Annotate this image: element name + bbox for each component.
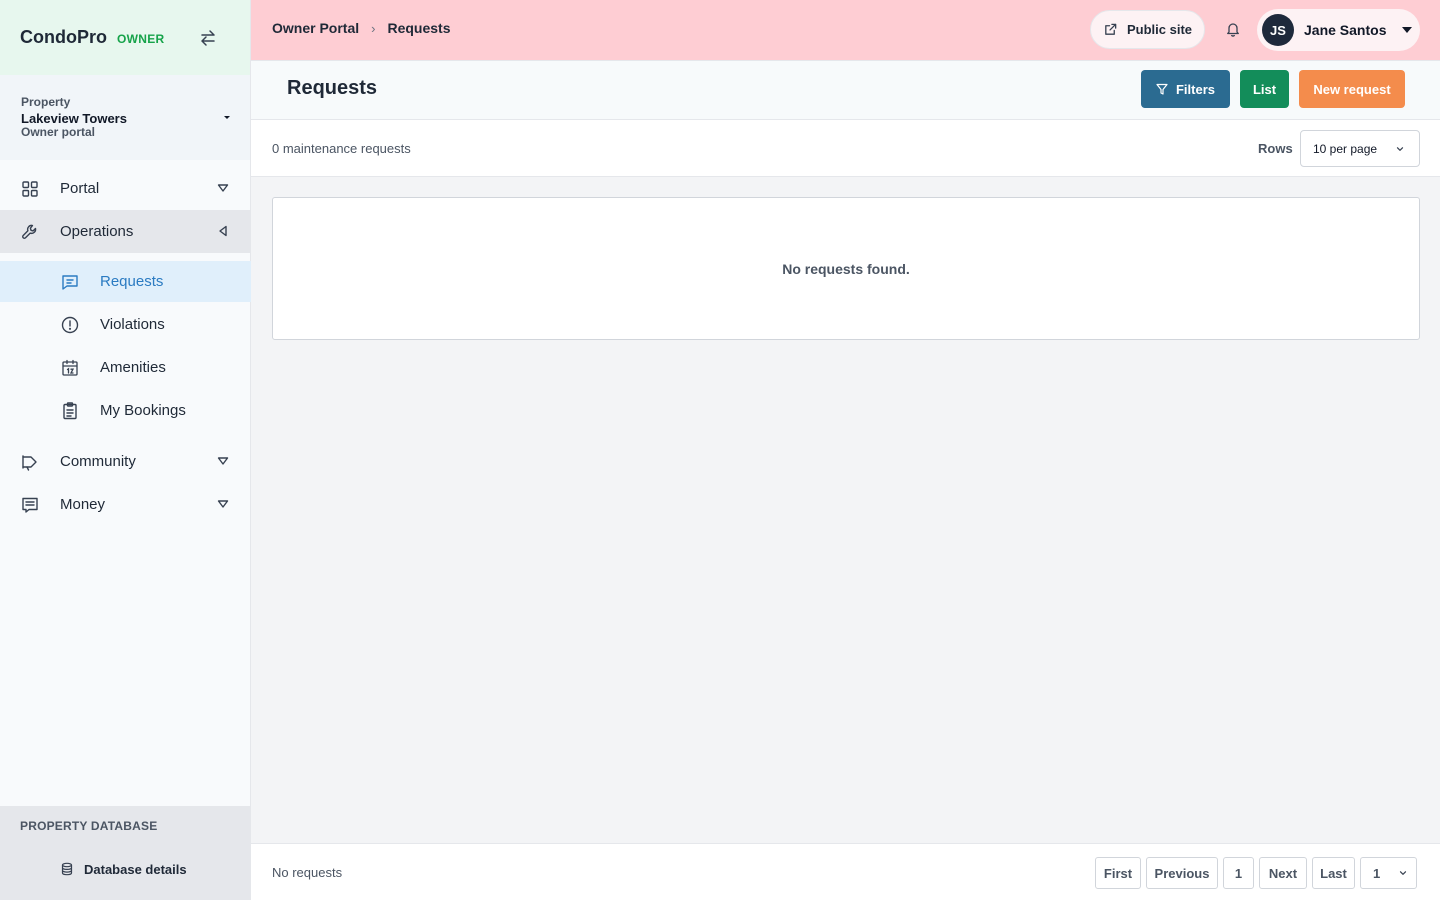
message-square-icon (62, 274, 78, 290)
breadcrumb-current: Requests (387, 20, 451, 36)
database-details-label: Database details (84, 861, 187, 877)
breadcrumb-root[interactable]: Owner Portal (272, 20, 359, 36)
external-link-icon (1105, 23, 1117, 35)
public-site-button[interactable]: Public site (1090, 10, 1205, 49)
top-bar: Owner Portal › Requests Public site JS J… (251, 0, 1440, 61)
bell-icon[interactable] (1225, 21, 1241, 37)
next-page-button[interactable]: Next (1259, 857, 1307, 889)
nav-group-money[interactable]: Money (0, 483, 251, 526)
database-section-title: PROPERTY DATABASE (20, 819, 158, 833)
brand-name: CondoPro (20, 27, 107, 47)
wrench-icon (22, 224, 37, 239)
page-header: Requests Filters List New request (251, 61, 1440, 120)
empty-state-card: No requests found. (272, 197, 1420, 340)
filters-label: Filters (1175, 81, 1215, 97)
property-database-section: PROPERTY DATABASE Database details (0, 806, 251, 900)
brand-header: CondoPro OWNER (0, 0, 250, 75)
empty-state-message: No requests found. (782, 260, 910, 277)
new-request-button[interactable]: New request (1299, 70, 1405, 108)
chevron-down-icon (217, 500, 229, 508)
sidebar-item-requests[interactable]: Requests (0, 261, 251, 302)
page-number-button[interactable]: 1 (1223, 857, 1254, 889)
page-select-value: 1 (1373, 865, 1381, 881)
summary-bar: 0 maintenance requests Rows 10 per page (251, 120, 1440, 177)
rows-per-page-select[interactable]: 10 per page (1300, 130, 1420, 167)
request-count: 0 maintenance requests (272, 141, 411, 156)
calendar-icon (62, 359, 78, 376)
footer-status: No requests (272, 865, 343, 880)
brand-role-badge: OWNER (117, 32, 165, 46)
public-site-label: Public site (1127, 22, 1193, 37)
chevron-down-icon (217, 184, 229, 192)
breadcrumb: Owner Portal › Requests (272, 20, 451, 36)
nav-label: Community (60, 453, 136, 470)
nav-label: Money (60, 496, 106, 513)
nav-label: Amenities (100, 359, 166, 376)
avatar: JS (1262, 14, 1294, 46)
user-name: Jane Santos (1304, 22, 1387, 38)
caret-down-icon (224, 116, 230, 119)
nav-label: Violations (100, 316, 165, 333)
nav-label: My Bookings (100, 402, 186, 419)
nav-group-portal[interactable]: Portal (0, 167, 251, 210)
grid-icon (22, 180, 38, 197)
property-label: Property (21, 95, 71, 109)
sidebar-item-bookings[interactable]: My Bookings (0, 390, 251, 431)
sidebar-item-amenities[interactable]: Amenities (0, 347, 251, 388)
nav-label: Requests (100, 273, 164, 290)
page-title: Requests (287, 77, 378, 99)
chevron-down-icon (1396, 147, 1404, 151)
sidebar: CondoPro OWNER Property Lakeview Towers … (0, 0, 251, 900)
swap-arrows-icon[interactable] (198, 28, 218, 48)
chevron-left-icon (219, 225, 227, 237)
property-name: Lakeview Towers (21, 111, 127, 126)
megaphone-icon (22, 454, 37, 471)
chevron-down-icon (217, 457, 229, 465)
first-page-button[interactable]: First (1095, 857, 1141, 889)
alert-circle-icon (61, 316, 79, 333)
clipboard-icon (63, 401, 77, 419)
page-select[interactable]: 1 (1360, 857, 1417, 889)
nav-label: Operations (60, 223, 134, 240)
caret-down-icon (1402, 27, 1412, 33)
breadcrumb-separator: › (371, 20, 376, 36)
rows-per-page-value: 10 per page (1313, 141, 1378, 156)
sidebar-item-violations[interactable]: Violations (0, 304, 251, 345)
filter-icon (1156, 83, 1168, 95)
property-selector[interactable]: Property Lakeview Towers Owner portal (0, 75, 250, 160)
receipt-icon (22, 497, 38, 513)
last-page-button[interactable]: Last (1312, 857, 1355, 889)
rows-label: Rows (1258, 141, 1293, 156)
nav-group-operations[interactable]: Operations (0, 210, 251, 253)
previous-page-button[interactable]: Previous (1146, 857, 1218, 889)
list-view-button[interactable]: List (1240, 70, 1289, 108)
database-icon (61, 862, 73, 876)
filters-button[interactable]: Filters (1141, 70, 1230, 108)
chevron-down-icon (1399, 871, 1407, 875)
user-menu[interactable]: JS Jane Santos (1257, 9, 1420, 51)
pagination-footer: No requests First Previous 1 Next Last 1 (251, 843, 1440, 900)
property-subtitle: Owner portal (21, 125, 96, 139)
nav-label: Portal (60, 180, 100, 197)
nav-group-community[interactable]: Community (0, 440, 251, 483)
database-details-link[interactable]: Database details (60, 856, 187, 882)
